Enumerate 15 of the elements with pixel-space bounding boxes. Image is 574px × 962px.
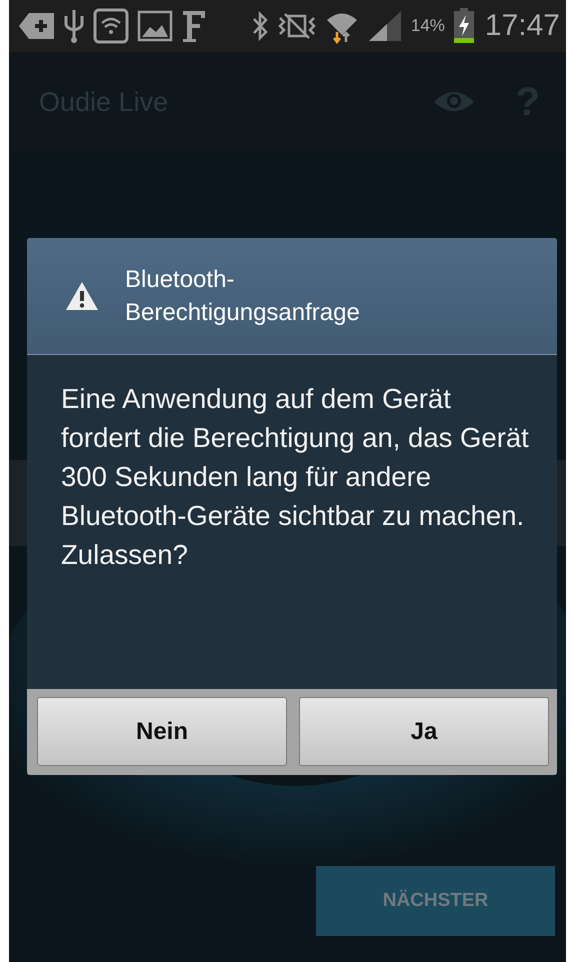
image-icon [137, 10, 173, 42]
battery-percentage: 14% [410, 16, 445, 36]
deny-button[interactable]: Nein [37, 697, 287, 766]
signal-icon [366, 9, 403, 43]
serif-f-icon [181, 8, 207, 44]
clock-time: 17:47 [484, 9, 560, 43]
usb-icon [63, 8, 85, 44]
bluetooth-icon [250, 10, 269, 42]
allow-button[interactable]: Ja [299, 697, 549, 766]
dialog-message: Eine Anwendung auf dem Gerät fordert die Berechtigung an, das Gerät 300 Sekunden lang für andere Bluetooth-Geräte sichtbar zu machen. Zulassen? [61, 382, 530, 572]
wifi-hotspot-icon [93, 8, 129, 44]
battery-charging-icon [452, 8, 475, 44]
warning-icon [65, 281, 99, 311]
add-notification-icon [19, 10, 55, 42]
dialog-title: Bluetooth- Berechtigungsanfrage [125, 265, 360, 328]
